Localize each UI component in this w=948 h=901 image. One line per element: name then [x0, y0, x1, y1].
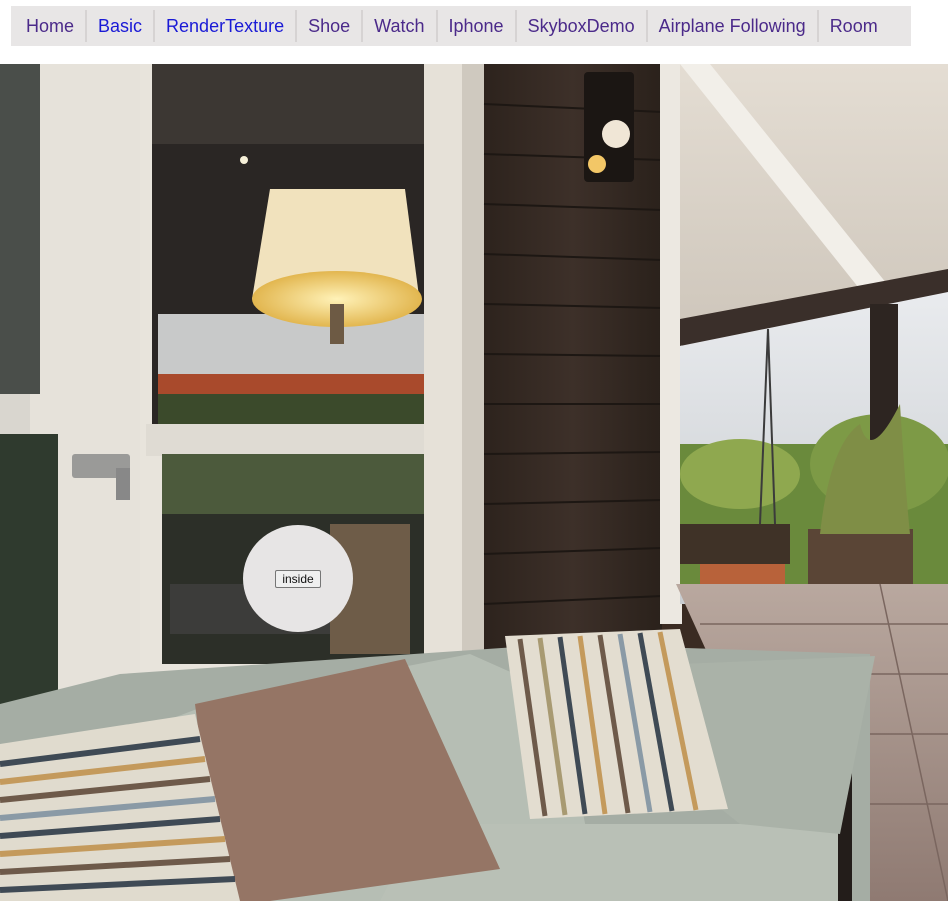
- nav-link-airplane-following[interactable]: Airplane Following: [648, 10, 819, 42]
- top-nav-bar: Home Basic RenderTexture Shoe Watch Ipho…: [11, 6, 911, 46]
- nav-link-room[interactable]: Room: [819, 10, 889, 42]
- nav-link-basic[interactable]: Basic: [87, 10, 156, 42]
- nav-link-home[interactable]: Home: [11, 10, 88, 42]
- nav-link-iphone[interactable]: Iphone: [438, 10, 517, 42]
- panorama-image: [0, 64, 948, 901]
- nav-link-watch[interactable]: Watch: [363, 10, 438, 42]
- hotspot-marker[interactable]: inside: [243, 525, 353, 632]
- nav-link-rendertexture[interactable]: RenderTexture: [155, 10, 298, 42]
- panorama-viewer[interactable]: inside: [0, 64, 948, 901]
- nav-link-skyboxdemo[interactable]: SkyboxDemo: [517, 10, 648, 42]
- inside-button[interactable]: inside: [275, 569, 321, 588]
- nav-link-shoe[interactable]: Shoe: [297, 10, 364, 42]
